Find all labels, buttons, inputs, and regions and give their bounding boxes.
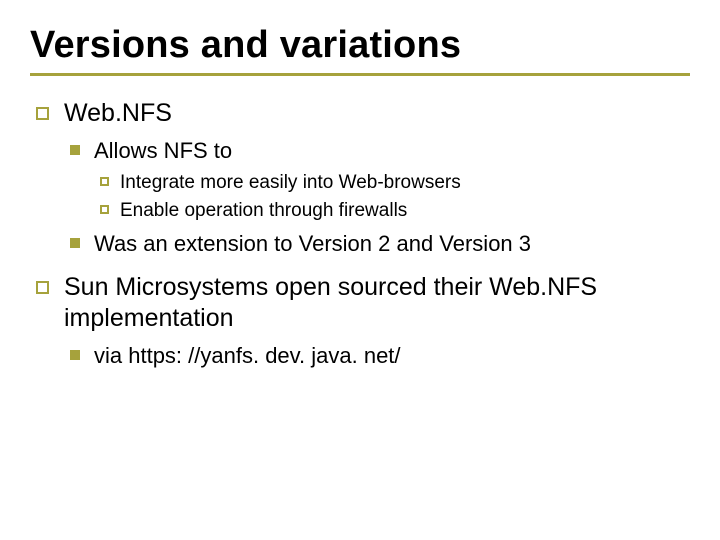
hollow-square-icon — [36, 281, 49, 294]
list-item: Integrate more easily into Web-browsers — [94, 171, 690, 195]
list-item: Allows NFS to Integrate more easily into… — [64, 137, 690, 222]
hollow-square-icon — [36, 107, 49, 120]
title-underline — [30, 73, 690, 76]
item-text: Integrate more easily into Web-browsers — [120, 172, 461, 193]
list-item: Was an extension to Version 2 and Versio… — [64, 230, 690, 258]
hollow-square-icon — [100, 177, 109, 186]
item-text: via https: //yanfs. dev. java. net/ — [94, 343, 401, 368]
list-item: via https: //yanfs. dev. java. net/ — [64, 342, 690, 370]
item-text: Allows NFS to — [94, 138, 232, 163]
sub-sub-list: Integrate more easily into Web-browsers … — [94, 171, 690, 223]
sub-list: Allows NFS to Integrate more easily into… — [64, 137, 690, 258]
item-text: Was an extension to Version 2 and Versio… — [94, 231, 531, 256]
filled-square-icon — [70, 145, 80, 155]
list-item: Sun Microsystems open sourced their Web.… — [30, 272, 690, 370]
item-text: Enable operation through firewalls — [120, 200, 407, 221]
hollow-square-icon — [100, 205, 109, 214]
item-text: Sun Microsystems open sourced their Web.… — [64, 273, 597, 332]
filled-square-icon — [70, 238, 80, 248]
sub-list: via https: //yanfs. dev. java. net/ — [64, 342, 690, 370]
slide-title: Versions and variations — [30, 24, 690, 67]
list-item: Enable operation through firewalls — [94, 199, 690, 223]
filled-square-icon — [70, 350, 80, 360]
list-item: Web.NFS Allows NFS to Integrate more eas… — [30, 98, 690, 258]
slide: Versions and variations Web.NFS Allows N… — [0, 0, 720, 540]
content-list: Web.NFS Allows NFS to Integrate more eas… — [30, 98, 690, 370]
item-text: Web.NFS — [64, 99, 172, 127]
